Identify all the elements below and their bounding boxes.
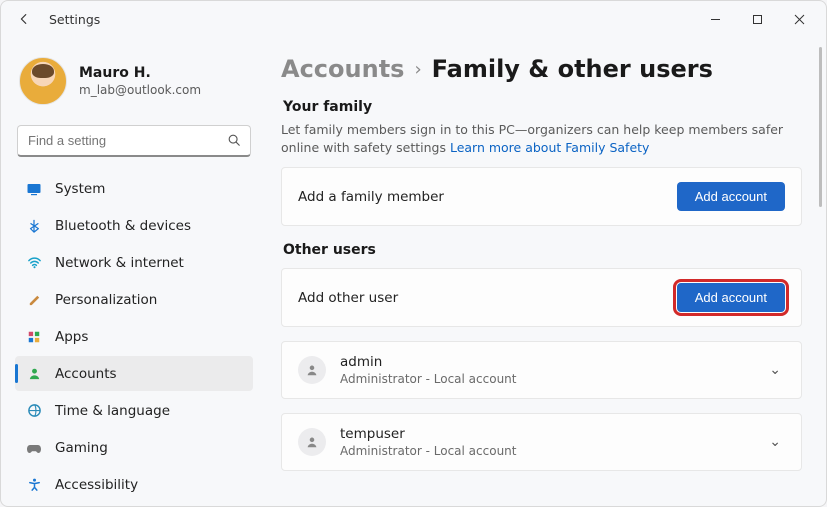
add-other-user-card: Add other user Add account: [281, 268, 802, 327]
add-other-user-row[interactable]: Add other user Add account: [282, 269, 801, 326]
add-other-user-label: Add other user: [298, 290, 398, 306]
person-icon: [298, 428, 326, 456]
sidebar-item-personalization[interactable]: Personalization: [15, 282, 253, 317]
chevron-down-icon: ⌄: [765, 434, 785, 450]
breadcrumb-parent[interactable]: Accounts: [281, 55, 404, 83]
user-row[interactable]: admin Administrator - Local account ⌄: [282, 342, 801, 398]
sidebar-item-time-language[interactable]: Time & language: [15, 393, 253, 428]
user-name: tempuser: [340, 426, 516, 442]
sidebar-item-label: Apps: [55, 329, 88, 345]
user-entry-card: tempuser Administrator - Local account ⌄: [281, 413, 802, 471]
breadcrumb: Accounts › Family & other users: [281, 55, 808, 83]
profile-block[interactable]: Mauro H. m_lab@outlook.com: [15, 51, 253, 115]
user-row[interactable]: tempuser Administrator - Local account ⌄: [282, 414, 801, 470]
network-icon: [25, 254, 43, 272]
minimize-icon: [710, 14, 721, 25]
sidebar-item-label: Time & language: [55, 403, 170, 419]
back-button[interactable]: [13, 8, 35, 30]
gaming-icon: [25, 439, 43, 457]
user-name: admin: [340, 354, 516, 370]
avatar: [19, 57, 67, 105]
accessibility-icon: [25, 476, 43, 494]
sidebar-item-label: Personalization: [55, 292, 157, 308]
your-family-title: Your family: [283, 99, 808, 115]
user-role: Administrator - Local account: [340, 444, 516, 458]
sidebar-item-bluetooth[interactable]: Bluetooth & devices: [15, 208, 253, 243]
your-family-description: Let family members sign in to this PC—or…: [281, 121, 801, 157]
sidebar-item-label: Bluetooth & devices: [55, 218, 191, 234]
accounts-icon: [25, 365, 43, 383]
window-title: Settings: [49, 12, 100, 27]
add-other-user-account-button[interactable]: Add account: [677, 283, 785, 312]
add-family-label: Add a family member: [298, 189, 444, 205]
sidebar-item-label: Gaming: [55, 440, 108, 456]
search-input[interactable]: [17, 125, 251, 157]
other-users-title: Other users: [283, 242, 808, 258]
profile-name: Mauro H.: [79, 65, 201, 81]
page-title: Family & other users: [432, 55, 713, 83]
sidebar-item-system[interactable]: System: [15, 171, 253, 206]
maximize-button[interactable]: [736, 5, 778, 33]
system-icon: [25, 180, 43, 198]
titlebar: Settings: [1, 1, 826, 37]
chevron-right-icon: ›: [414, 59, 421, 80]
user-entry-card: admin Administrator - Local account ⌄: [281, 341, 802, 399]
apps-icon: [25, 328, 43, 346]
sidebar-item-label: Accessibility: [55, 477, 138, 493]
personalization-icon: [25, 291, 43, 309]
scrollbar[interactable]: [819, 47, 822, 207]
sidebar: Mauro H. m_lab@outlook.com System: [1, 37, 263, 506]
user-role: Administrator - Local account: [340, 372, 516, 386]
nav: System Bluetooth & devices Network & int…: [15, 171, 253, 502]
profile-email: m_lab@outlook.com: [79, 83, 201, 97]
bluetooth-icon: [25, 217, 43, 235]
sidebar-item-label: Accounts: [55, 366, 117, 382]
sidebar-item-gaming[interactable]: Gaming: [15, 430, 253, 465]
sidebar-item-network[interactable]: Network & internet: [15, 245, 253, 280]
sidebar-item-accessibility[interactable]: Accessibility: [15, 467, 253, 502]
content: Accounts › Family & other users Your fam…: [263, 37, 826, 506]
learn-more-link[interactable]: Learn more about Family Safety: [450, 140, 649, 155]
add-family-account-button[interactable]: Add account: [677, 182, 785, 211]
close-icon: [794, 14, 805, 25]
add-family-card: Add a family member Add account: [281, 167, 802, 226]
time-icon: [25, 402, 43, 420]
add-family-row[interactable]: Add a family member Add account: [282, 168, 801, 225]
sidebar-item-accounts[interactable]: Accounts: [15, 356, 253, 391]
minimize-button[interactable]: [694, 5, 736, 33]
maximize-icon: [752, 14, 763, 25]
close-button[interactable]: [778, 5, 820, 33]
sidebar-item-label: Network & internet: [55, 255, 184, 271]
search-wrap: [17, 125, 251, 157]
person-icon: [298, 356, 326, 384]
sidebar-item-label: System: [55, 181, 105, 197]
search-icon: [227, 133, 241, 151]
window-body: Mauro H. m_lab@outlook.com System: [1, 37, 826, 506]
settings-window: Settings Mauro H. m_lab@outlook.com: [0, 0, 827, 507]
other-users-section: Other users Add other user Add account: [281, 242, 808, 471]
arrow-left-icon: [17, 12, 31, 26]
window-controls: [694, 5, 820, 33]
chevron-down-icon: ⌄: [765, 362, 785, 378]
sidebar-item-apps[interactable]: Apps: [15, 319, 253, 354]
